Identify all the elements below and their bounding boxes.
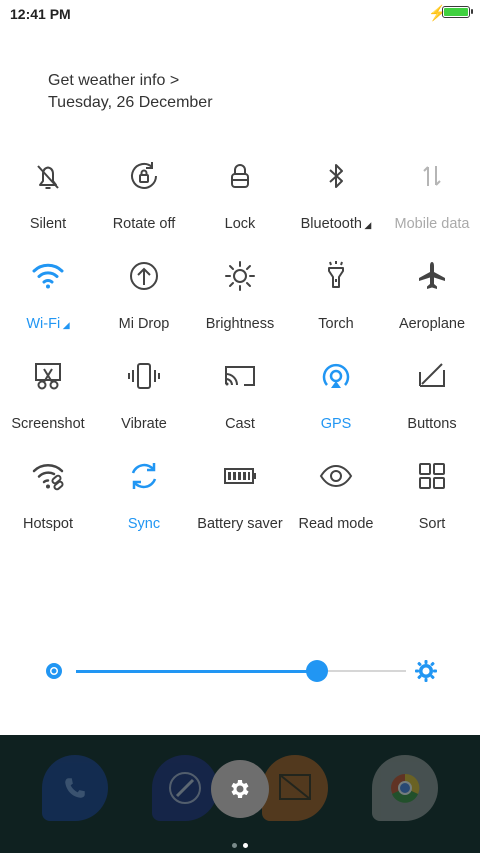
toggle-sort[interactable]: Sort bbox=[384, 450, 480, 540]
buttons-icon bbox=[419, 363, 445, 387]
hotspot-icon bbox=[32, 464, 64, 491]
cast-icon bbox=[225, 366, 255, 386]
battery-icon bbox=[224, 468, 256, 484]
toggle-label: Sync bbox=[127, 516, 161, 532]
toggle-lock[interactable]: Lock bbox=[192, 150, 288, 240]
brightness-slider[interactable] bbox=[40, 652, 440, 692]
toggle-label: Mobile data bbox=[394, 216, 470, 232]
compass-app-icon[interactable] bbox=[152, 755, 218, 821]
toggle-buttons[interactable]: Buttons bbox=[384, 350, 480, 440]
toggle-torch[interactable]: Torch bbox=[288, 250, 384, 340]
home-dock bbox=[0, 735, 480, 853]
toggle-read-mode[interactable]: Read mode bbox=[288, 450, 384, 540]
brightness-fill bbox=[76, 670, 317, 673]
upload-circle-icon bbox=[130, 262, 158, 290]
sync-icon bbox=[131, 463, 157, 489]
page-dot[interactable] bbox=[232, 843, 237, 848]
brightness-thumb[interactable] bbox=[306, 660, 328, 682]
toggle-label: Torch bbox=[318, 316, 354, 332]
page-dot[interactable] bbox=[243, 843, 248, 848]
brightness-high-icon bbox=[415, 660, 437, 682]
toggle-label: GPS bbox=[320, 416, 352, 432]
chrome-app-icon[interactable] bbox=[372, 755, 438, 821]
toggle-label: Read mode bbox=[298, 516, 374, 532]
toggle-brightness[interactable]: Brightness bbox=[192, 250, 288, 340]
vibrate-icon bbox=[128, 363, 160, 389]
toggle-sync[interactable]: Sync bbox=[96, 450, 192, 540]
airplane-icon bbox=[419, 262, 445, 289]
toggle-label: Brightness bbox=[205, 316, 275, 332]
toggle-label: Bluetooth ◢ bbox=[300, 216, 372, 232]
toggle-label: Silent bbox=[29, 216, 67, 232]
lock-icon bbox=[231, 164, 249, 188]
toggle-mobile-data[interactable]: Mobile data bbox=[384, 150, 480, 240]
scissors-icon bbox=[35, 363, 61, 390]
toggle-label: Lock bbox=[224, 216, 256, 232]
toggle-mi-drop[interactable]: Mi Drop bbox=[96, 250, 192, 340]
grid-icon bbox=[419, 463, 445, 489]
toggle-label: Battery saver bbox=[197, 516, 283, 532]
toggle-hotspot[interactable]: Hotspot bbox=[0, 450, 96, 540]
toggle-label: Screenshot bbox=[11, 416, 85, 432]
bluetooth-icon bbox=[329, 164, 343, 188]
mobile-data-icon bbox=[423, 166, 441, 186]
weather-header: Get weather info > Tuesday, 26 December bbox=[48, 70, 213, 114]
toggle-label: Aeroplane bbox=[398, 316, 466, 332]
settings-button[interactable] bbox=[211, 760, 269, 818]
toggle-silent[interactable]: Silent bbox=[0, 150, 96, 240]
toggle-label: Rotate off bbox=[112, 216, 176, 232]
page-indicator bbox=[0, 835, 480, 853]
brightness-low-icon bbox=[46, 663, 62, 679]
toggle-wi-fi[interactable]: Wi-Fi ◢ bbox=[0, 250, 96, 340]
toggle-vibrate[interactable]: Vibrate bbox=[96, 350, 192, 440]
toggle-label: Sort bbox=[418, 516, 446, 532]
toggle-gps[interactable]: GPS bbox=[288, 350, 384, 440]
battery-status-icon bbox=[442, 6, 473, 18]
toggle-battery-saver[interactable]: Battery saver bbox=[192, 450, 288, 540]
bell-off-icon bbox=[37, 165, 59, 189]
location-icon bbox=[322, 363, 350, 388]
expand-corner-icon[interactable]: ◢ bbox=[362, 220, 371, 230]
status-bar: 12:41 PM ⚡ bbox=[0, 0, 480, 28]
phone-app-icon[interactable] bbox=[42, 755, 108, 821]
status-time: 12:41 PM bbox=[10, 6, 71, 22]
expand-corner-icon[interactable]: ◢ bbox=[60, 320, 70, 330]
weather-link[interactable]: Get weather info > bbox=[48, 70, 213, 92]
sun-icon bbox=[225, 261, 255, 291]
toggle-label: Vibrate bbox=[121, 416, 167, 432]
eye-icon bbox=[319, 464, 353, 488]
toggle-screenshot[interactable]: Screenshot bbox=[0, 350, 96, 440]
toggle-cast[interactable]: Cast bbox=[192, 350, 288, 440]
torch-icon bbox=[328, 261, 344, 288]
rotate-lock-icon bbox=[131, 162, 157, 189]
toggle-label: Hotspot bbox=[23, 516, 73, 532]
toggle-label: Mi Drop bbox=[118, 316, 170, 332]
toggle-label: Buttons bbox=[407, 416, 457, 432]
toggle-rotate-off[interactable]: Rotate off bbox=[96, 150, 192, 240]
toggle-label: Cast bbox=[225, 416, 255, 432]
gallery-app-icon[interactable] bbox=[262, 755, 328, 821]
wifi-icon bbox=[32, 263, 64, 289]
toggle-bluetooth[interactable]: Bluetooth ◢ bbox=[288, 150, 384, 240]
date-label: Tuesday, 26 December bbox=[48, 94, 213, 111]
gear-icon bbox=[231, 780, 249, 798]
toggle-aeroplane[interactable]: Aeroplane bbox=[384, 250, 480, 340]
toggle-label: Wi-Fi ◢ bbox=[26, 316, 70, 332]
